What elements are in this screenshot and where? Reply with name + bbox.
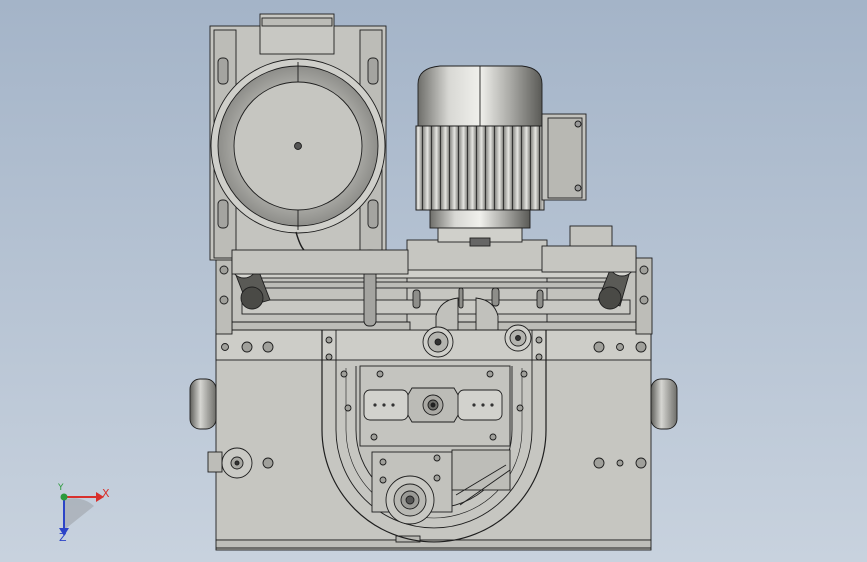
motor-fins	[415, 125, 545, 211]
left-roller	[189, 378, 217, 430]
left-sprocket	[422, 326, 454, 358]
right-roller	[650, 378, 678, 430]
axis-triad	[59, 492, 104, 536]
z-axis-label: Z	[59, 531, 67, 544]
right-sprocket	[504, 324, 532, 352]
y-axis-label: Y	[58, 483, 64, 493]
machine-assembly-drawing	[59, 13, 678, 551]
cad-viewport[interactable]: X Y Z	[0, 0, 867, 562]
x-axis-label: X	[102, 487, 110, 500]
